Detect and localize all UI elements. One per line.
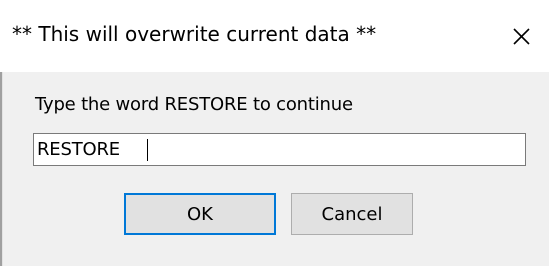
window-left-border-highlight <box>2 72 3 266</box>
title-bar: ** This will overwrite current data ** <box>0 0 549 72</box>
dialog-title: ** This will overwrite current data ** <box>12 22 377 46</box>
text-caret <box>147 139 148 161</box>
close-button[interactable] <box>500 16 542 56</box>
restore-input-field[interactable] <box>33 133 526 166</box>
restore-prompt-label: Type the word RESTORE to continue <box>35 94 353 115</box>
ok-button[interactable]: OK <box>124 193 276 235</box>
restore-confirm-dialog: ** This will overwrite current data ** T… <box>0 0 549 266</box>
cancel-button[interactable]: Cancel <box>291 193 413 235</box>
restore-input[interactable] <box>37 134 517 165</box>
close-icon <box>513 28 530 45</box>
